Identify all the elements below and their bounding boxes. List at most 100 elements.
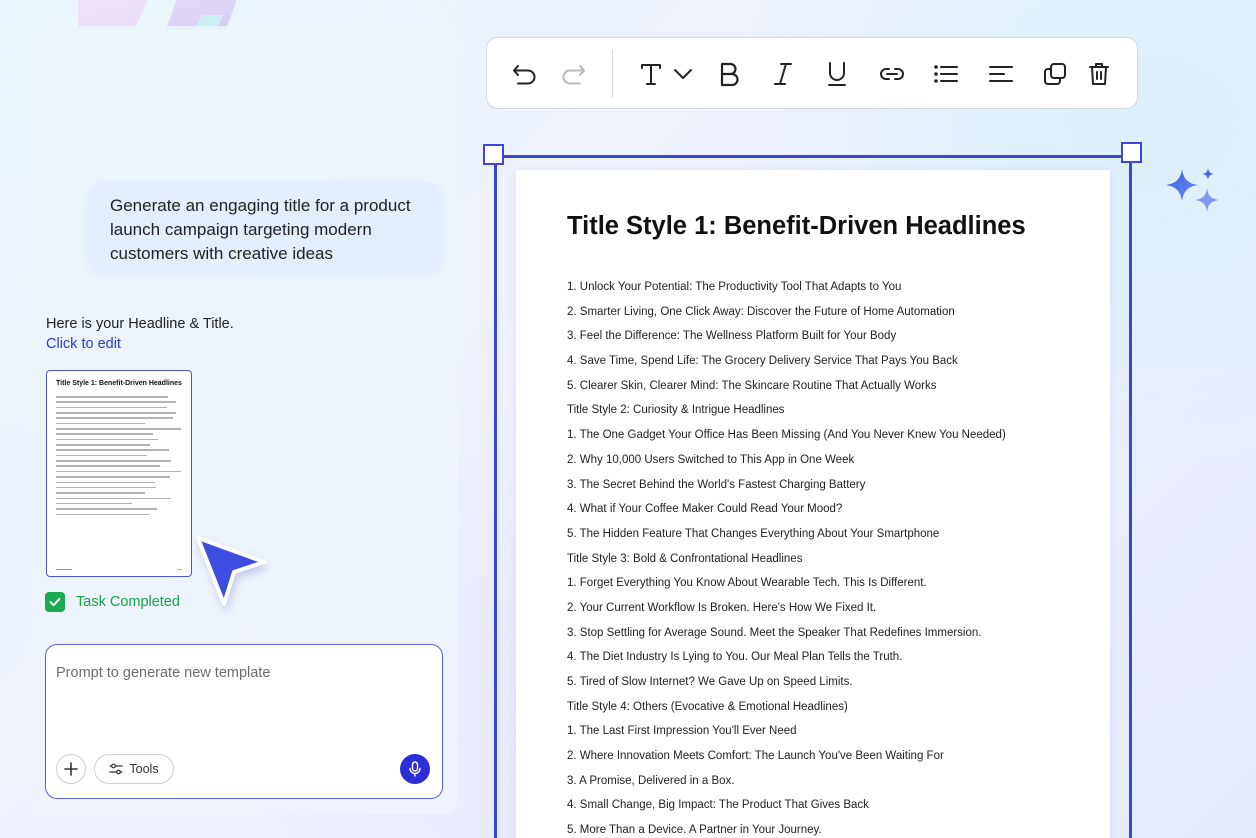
headline-item: 1. Unlock Your Potential: The Productivi…: [567, 281, 902, 293]
thumbnail-text-lines: [56, 396, 182, 519]
thumbnail-line: [56, 460, 171, 462]
document-lines: 1. Unlock Your Potential: The Productivi…: [567, 279, 1006, 838]
document-thumbnail[interactable]: Title Style 1: Benefit-Driven Headlines: [46, 370, 192, 577]
delete-button[interactable]: [1085, 60, 1113, 88]
duplicate-icon: [1044, 63, 1066, 85]
headline-item: 4. Save Time, Spend Life: The Grocery De…: [567, 355, 958, 368]
document-page[interactable]: Title Style 1: Benefit-Driven Headlines …: [516, 170, 1110, 838]
prompt-composer[interactable]: Prompt to generate new template Tools: [45, 644, 443, 799]
section-heading: Title Style 4: Others (Evocative & Emoti…: [567, 700, 848, 713]
redo-icon: [562, 65, 585, 85]
duplicate-button[interactable]: [1041, 60, 1069, 88]
check-icon: [45, 592, 65, 612]
thumbnail-line: [56, 497, 171, 500]
thumbnail-line: [56, 433, 153, 435]
thumbnail-line: [56, 401, 176, 403]
align-left-button[interactable]: [987, 60, 1015, 88]
headline-item: 3. A Promise, Delivered in a Box.: [567, 774, 735, 787]
headline-item: 3. Feel the Difference: The Wellness Pla…: [567, 330, 897, 343]
add-attachment-button[interactable]: [56, 754, 86, 784]
headline-item: 2. Where Innovation Meets Comfort: The L…: [567, 750, 944, 763]
delete-icon: [1089, 63, 1109, 85]
section-heading: Title Style 3: Bold & Confrontational He…: [567, 552, 803, 565]
underline-button[interactable]: [823, 60, 851, 88]
thumbnail-line: [56, 396, 168, 398]
task-status: Task Completed: [45, 592, 180, 612]
bold-icon: [720, 62, 739, 87]
thumbnail-line: [56, 438, 158, 441]
thumbnail-line: [56, 513, 149, 516]
headline-item: 4. The Diet Industry Is Lying to You. Ou…: [567, 651, 903, 664]
toolbar-divider: [612, 50, 613, 98]
headline-item: 5. More Than a Device. A Partner in Your…: [567, 824, 822, 837]
cursor-pointer-icon: [196, 536, 266, 606]
text-style-icon: [641, 64, 661, 85]
thumbnail-line: [56, 465, 160, 468]
thumbnail-line: [56, 449, 169, 452]
headline-item: 1. The Last First Impression You'll Ever…: [567, 725, 797, 738]
sliders-icon: [109, 763, 124, 775]
sparkle-icon: [1166, 168, 1219, 212]
document-title: Title Style 1: Benefit-Driven Headlines: [567, 212, 1026, 240]
thumbnail-title: Title Style 1: Benefit-Driven Headlines: [56, 380, 182, 387]
section-heading: Title Style 2: Curiosity & Intrigue Head…: [567, 404, 785, 417]
assistant-reply: Here is your Headline & Title.: [46, 316, 234, 332]
resize-handle-top-right[interactable]: [1121, 142, 1142, 163]
thumbnail-line: [56, 502, 132, 505]
headline-item: 3. The Secret Behind the World's Fastest…: [567, 478, 866, 491]
resize-handle-top-left[interactable]: [483, 144, 504, 165]
headline-item: 5. The Hidden Feature That Changes Every…: [567, 527, 940, 540]
tools-button-label: Tools: [129, 762, 159, 776]
bold-button[interactable]: [715, 60, 743, 88]
thumbnail-line: [56, 406, 167, 409]
bullet-list-button[interactable]: [932, 60, 960, 88]
tools-button[interactable]: Tools: [94, 754, 174, 784]
thumbnail-line: [56, 444, 150, 446]
headline-item: 5. Clearer Skin, Clearer Mind: The Skinc…: [567, 379, 937, 392]
thumbnail-page-number: [177, 568, 182, 570]
text-style-button[interactable]: [637, 60, 665, 88]
undo-icon: [513, 65, 536, 85]
align-left-icon: [989, 66, 1013, 82]
prompt-input[interactable]: Prompt to generate new template: [56, 665, 270, 681]
click-to-edit-link[interactable]: Click to edit: [46, 336, 121, 352]
chat-panel: Generate an engaging title for a product…: [30, 26, 458, 814]
microphone-button[interactable]: [400, 754, 430, 784]
task-status-label: Task Completed: [76, 594, 180, 610]
thumbnail-line: [56, 476, 170, 478]
thumbnail-line: [56, 412, 176, 414]
headline-item: 2. Smarter Living, One Click Away: Disco…: [567, 305, 955, 318]
thumbnail-line: [56, 454, 147, 457]
thumbnail-line: [56, 470, 181, 473]
thumbnail-line: [56, 422, 145, 425]
bullet-list-icon: [934, 65, 958, 83]
thumbnail-line: [56, 481, 155, 484]
headline-item: 2. Your Current Workflow Is Broken. Here…: [567, 601, 877, 614]
chevron-down-icon: [674, 69, 692, 79]
italic-icon: [774, 63, 792, 85]
thumbnail-line: [56, 428, 181, 430]
underline-icon: [828, 62, 846, 86]
headline-item: 2. Why 10,000 Users Switched to This App…: [567, 453, 855, 466]
headline-item: 1. Forget Everything You Know About Wear…: [567, 577, 927, 590]
microphone-icon: [409, 761, 421, 777]
undo-button[interactable]: [511, 60, 539, 88]
thumbnail-line: [56, 508, 157, 510]
text-style-dropdown[interactable]: [669, 60, 697, 88]
user-prompt-bubble: Generate an engaging title for a product…: [86, 182, 444, 274]
thumbnail-footer: [56, 568, 72, 570]
headline-item: 5. Tired of Slow Internet? We Gave Up on…: [567, 676, 853, 688]
redo-button[interactable]: [559, 60, 587, 88]
plus-icon: [64, 762, 78, 776]
headline-item: 4. What if Your Coffee Maker Could Read …: [567, 503, 843, 516]
link-button[interactable]: [878, 60, 906, 88]
italic-button[interactable]: [769, 60, 797, 88]
link-icon: [880, 68, 904, 80]
formatting-toolbar: [486, 37, 1138, 109]
headline-item: 1. The One Gadget Your Office Has Been M…: [567, 429, 1006, 442]
thumbnail-line: [56, 417, 173, 419]
headline-item: 4. Small Change, Big Impact: The Product…: [567, 799, 869, 812]
thumbnail-line: [56, 492, 145, 494]
thumbnail-line: [56, 486, 156, 489]
headline-item: 3. Stop Settling for Average Sound. Meet…: [567, 626, 982, 639]
